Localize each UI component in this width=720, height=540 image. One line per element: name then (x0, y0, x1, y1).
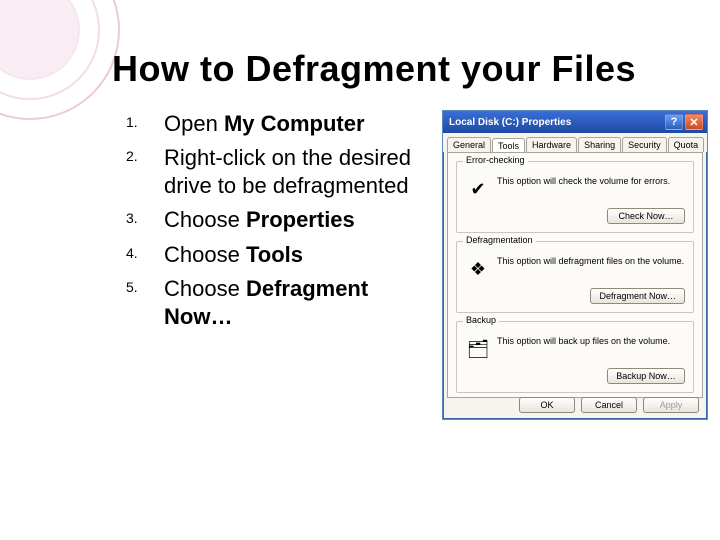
group-backup: Backup 🗂 This option will back up files … (456, 321, 694, 393)
steps-list: 1. Open My Computer 2. Right-click on th… (108, 110, 428, 331)
step-text-pre: Right-click on the desired drive to be d… (164, 145, 411, 198)
step-number: 2. (126, 148, 138, 166)
check-now-button[interactable]: Check Now… (607, 208, 685, 224)
tab-body: Error-checking ✔ This option will check … (447, 152, 703, 398)
tab-strip: General Tools Hardware Sharing Security … (443, 133, 707, 152)
step-item: 5. Choose Defragment Now… (108, 275, 428, 331)
tab-general[interactable]: General (447, 137, 491, 152)
group-text: This option will check the volume for er… (497, 176, 685, 187)
dialog-footer: OK Cancel Apply (519, 397, 699, 413)
step-item: 4. Choose Tools (108, 241, 428, 269)
step-text-pre: Choose (164, 207, 246, 232)
step-item: 1. Open My Computer (108, 110, 428, 138)
step-text-bold: Tools (246, 242, 303, 267)
step-number: 5. (126, 279, 138, 297)
step-item: 2. Right-click on the desired drive to b… (108, 144, 428, 200)
cancel-button[interactable]: Cancel (581, 397, 637, 413)
tab-sharing[interactable]: Sharing (578, 137, 621, 152)
tab-tools[interactable]: Tools (492, 138, 525, 153)
backup-icon: 🗂 (465, 336, 491, 362)
tab-security[interactable]: Security (622, 137, 667, 152)
group-legend: Error-checking (463, 155, 528, 165)
step-text-pre: Choose (164, 242, 246, 267)
ok-button[interactable]: OK (519, 397, 575, 413)
step-item: 3. Choose Properties (108, 206, 428, 234)
step-text-pre: Choose (164, 276, 246, 301)
tab-quota[interactable]: Quota (668, 137, 705, 152)
group-text: This option will defragment files on the… (497, 256, 685, 267)
properties-dialog: Local Disk (C:) Properties ? ✕ General T… (442, 110, 708, 420)
apply-button[interactable]: Apply (643, 397, 699, 413)
group-defragmentation: Defragmentation ❖ This option will defra… (456, 241, 694, 313)
backup-now-button[interactable]: Backup Now… (607, 368, 685, 384)
step-text-bold: Properties (246, 207, 355, 232)
steps-column: 1. Open My Computer 2. Right-click on th… (108, 110, 428, 520)
content-area: 1. Open My Computer 2. Right-click on th… (108, 110, 700, 520)
tab-hardware[interactable]: Hardware (526, 137, 577, 152)
defragment-now-button[interactable]: Defragment Now… (590, 288, 685, 304)
group-legend: Backup (463, 315, 499, 325)
dialog-titlebar[interactable]: Local Disk (C:) Properties ? ✕ (443, 111, 707, 133)
step-number: 1. (126, 114, 138, 132)
defrag-icon: ❖ (465, 256, 491, 282)
step-number: 3. (126, 210, 138, 228)
step-number: 4. (126, 245, 138, 263)
decorative-rings (0, 0, 120, 120)
group-error-checking: Error-checking ✔ This option will check … (456, 161, 694, 233)
group-text: This option will back up files on the vo… (497, 336, 685, 347)
close-button[interactable]: ✕ (685, 114, 703, 130)
dialog-title: Local Disk (C:) Properties (449, 117, 571, 128)
step-text-pre: Open (164, 111, 224, 136)
step-text-bold: My Computer (224, 111, 365, 136)
slide-title: How to Defragment your Files (112, 48, 636, 90)
help-button[interactable]: ? (665, 114, 683, 130)
checkdisk-icon: ✔ (465, 176, 491, 202)
group-legend: Defragmentation (463, 235, 536, 245)
